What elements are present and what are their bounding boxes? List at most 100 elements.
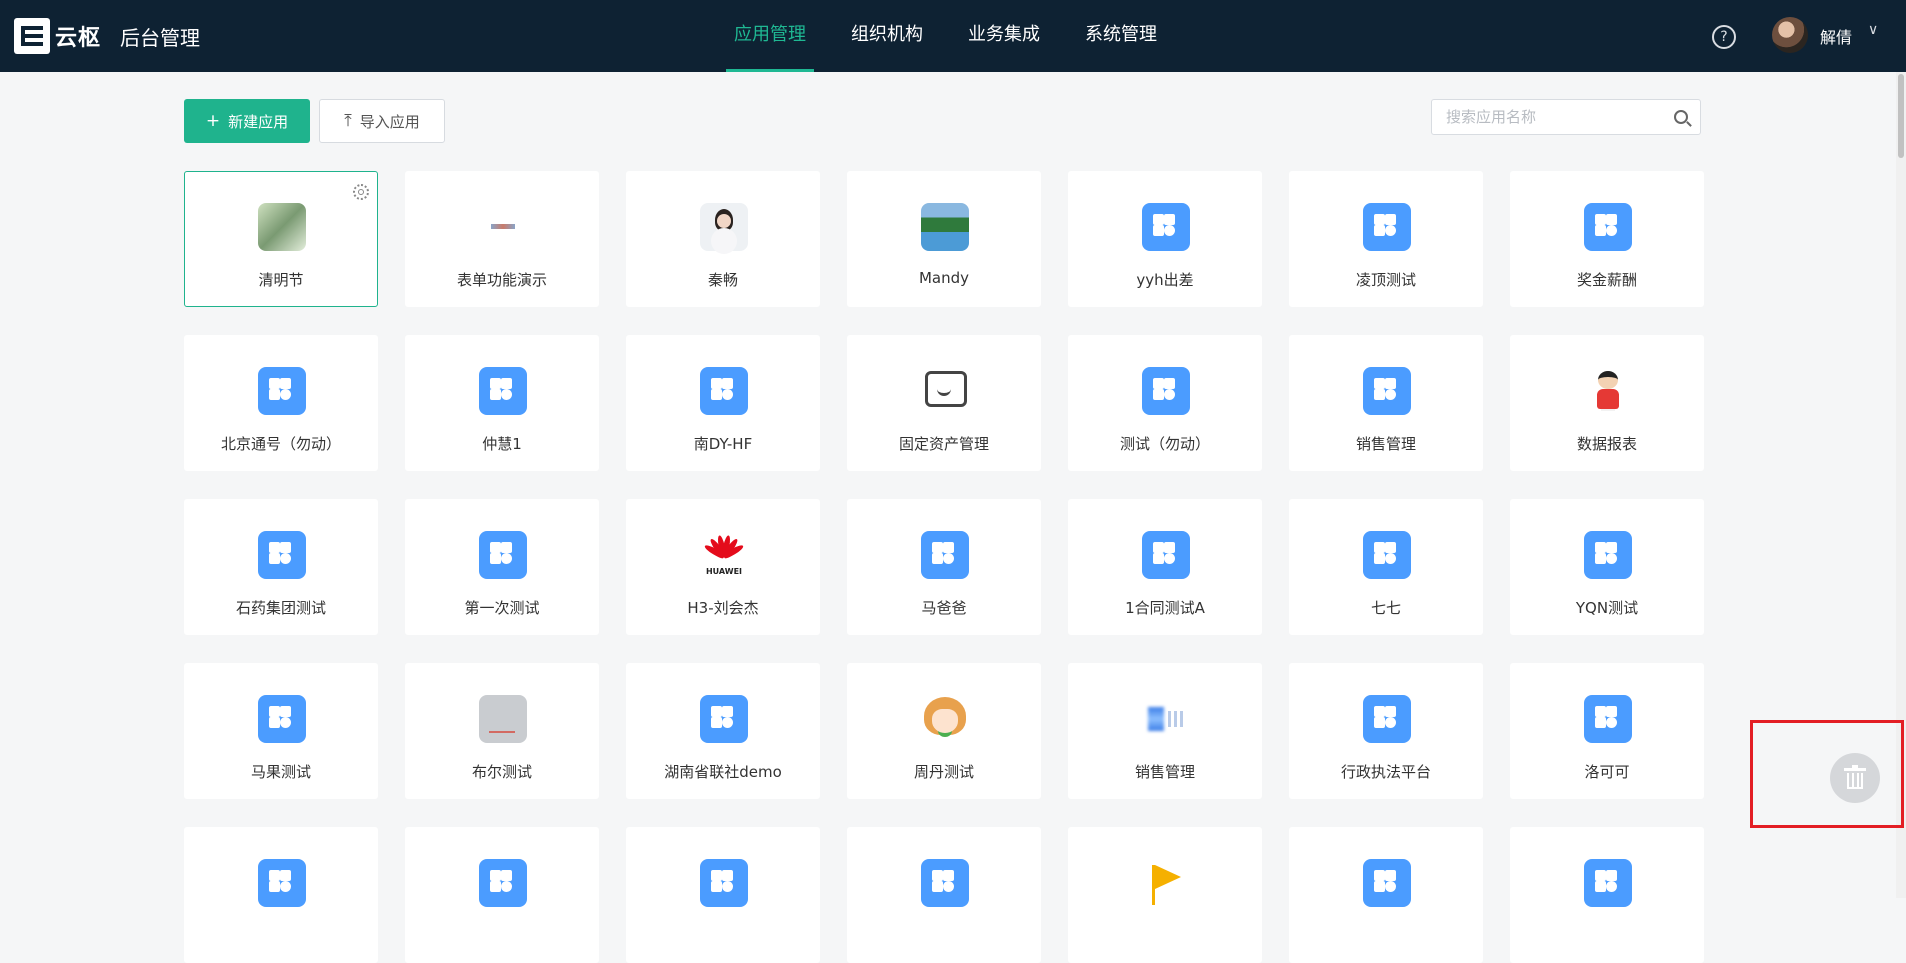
app-card[interactable]: HUAWEI H3-刘会杰	[626, 499, 820, 635]
trash-icon	[1844, 765, 1866, 789]
app-card-label: 第一次测试	[464, 599, 540, 617]
app-icon	[258, 203, 306, 251]
app-card[interactable]: 测试（勿动）	[1068, 335, 1262, 471]
top-bar: 云枢 后台管理 应用管理 组织机构 业务集成 系统管理 ? 解倩 ∨	[0, 0, 1906, 72]
app-card-label: 周丹测试	[913, 763, 974, 781]
app-icon	[1584, 695, 1632, 743]
app-card[interactable]: 1合同测试A	[1068, 499, 1262, 635]
app-icon	[921, 695, 969, 743]
logo[interactable]: 云枢	[14, 18, 101, 54]
app-icon	[479, 531, 527, 579]
import-app-label: 导入应用	[359, 112, 420, 131]
app-card[interactable]	[847, 827, 1041, 963]
app-icon	[1142, 367, 1190, 415]
app-icon	[1142, 203, 1190, 251]
app-icon	[1584, 859, 1632, 907]
app-card-label: H3-刘会杰	[687, 599, 759, 617]
plus-icon: +	[205, 111, 221, 131]
app-title: 后台管理	[120, 26, 200, 50]
app-card[interactable]	[405, 827, 599, 963]
search-icon[interactable]	[1674, 110, 1688, 124]
app-card[interactable]: 销售管理	[1289, 335, 1483, 471]
new-app-button[interactable]: + 新建应用	[184, 99, 310, 143]
logo-icon	[14, 18, 50, 54]
app-card[interactable]: 数据报表	[1510, 335, 1704, 471]
app-card[interactable]: 秦畅	[626, 171, 820, 307]
app-icon	[700, 203, 748, 251]
scroll-thumb[interactable]	[1898, 74, 1904, 158]
app-card[interactable]: 北京通号（勿动）	[184, 335, 378, 471]
app-card-label: 湖南省联社demo	[664, 763, 782, 781]
app-icon	[1584, 203, 1632, 251]
app-card-label: 洛可可	[1584, 763, 1630, 781]
app-card[interactable]: 马果测试	[184, 663, 378, 799]
app-card[interactable]: 七七	[1289, 499, 1483, 635]
app-card[interactable]: 南DY-HF	[626, 335, 820, 471]
app-card[interactable]: 仲慧1	[405, 335, 599, 471]
app-card[interactable]	[184, 827, 378, 963]
user-name[interactable]: 解倩	[1820, 24, 1852, 48]
trash-button[interactable]	[1830, 753, 1880, 803]
app-card[interactable]: 行政执法平台	[1289, 663, 1483, 799]
avatar[interactable]	[1772, 17, 1808, 53]
app-card-label: 北京通号（勿动）	[220, 435, 341, 453]
app-card-label: 仲慧1	[482, 435, 522, 453]
app-icon	[1363, 859, 1411, 907]
app-card-label: 销售管理	[1134, 763, 1195, 781]
nav-item-organization[interactable]: 组织机构	[843, 0, 931, 72]
app-card[interactable]: 湖南省联社demo	[626, 663, 820, 799]
app-icon	[700, 859, 748, 907]
app-card[interactable]: 石药集团测试	[184, 499, 378, 635]
gear-icon[interactable]	[353, 184, 369, 200]
app-card[interactable]: Mandy	[847, 171, 1041, 307]
app-card[interactable]: 马爸爸	[847, 499, 1041, 635]
app-card-label: 马爸爸	[921, 599, 967, 617]
search-input[interactable]	[1444, 107, 1668, 127]
app-card-label: 七七	[1370, 599, 1401, 617]
app-card-label: 石药集团测试	[235, 599, 326, 617]
app-card[interactable]	[626, 827, 820, 963]
nav-item-system-management[interactable]: 系统管理	[1077, 0, 1165, 72]
app-card[interactable]: 布尔测试	[405, 663, 599, 799]
nav-item-business-integration[interactable]: 业务集成	[960, 0, 1048, 72]
app-card[interactable]: 凌顶测试	[1289, 171, 1483, 307]
app-icon	[1142, 859, 1190, 907]
app-card[interactable]	[1068, 827, 1262, 963]
app-icon: HUAWEI	[700, 531, 748, 579]
app-card[interactable]: 洛可可	[1510, 663, 1704, 799]
app-card[interactable]	[1510, 827, 1704, 963]
highlight-frame	[1750, 720, 1904, 828]
app-card[interactable]: 清明节	[184, 171, 378, 307]
app-icon	[1363, 531, 1411, 579]
app-icon	[1142, 531, 1190, 579]
app-icon	[479, 695, 527, 743]
app-card[interactable]: 第一次测试	[405, 499, 599, 635]
import-app-button[interactable]: ⤒ 导入应用	[319, 99, 445, 143]
app-card[interactable]: 销售管理	[1068, 663, 1262, 799]
app-icon	[1584, 531, 1632, 579]
app-icon	[258, 695, 306, 743]
app-card-label: 奖金薪酬	[1576, 271, 1637, 289]
app-card-label: yyh出差	[1136, 271, 1194, 289]
app-card[interactable]: 奖金薪酬	[1510, 171, 1704, 307]
app-icon	[921, 367, 969, 415]
chevron-down-icon[interactable]: ∨	[1868, 22, 1878, 38]
app-icon	[1584, 367, 1632, 415]
app-card[interactable]: YQN测试	[1510, 499, 1704, 635]
help-icon[interactable]: ?	[1712, 25, 1736, 49]
app-card[interactable]: yyh出差	[1068, 171, 1262, 307]
app-card[interactable]: 固定资产管理	[847, 335, 1041, 471]
app-icon	[1363, 367, 1411, 415]
upload-icon: ⤒	[344, 111, 352, 131]
app-card[interactable]	[1289, 827, 1483, 963]
nav-item-app-management[interactable]: 应用管理	[726, 0, 814, 72]
app-card-label: 固定资产管理	[898, 435, 989, 453]
new-app-label: 新建应用	[228, 112, 289, 131]
app-card-label: 布尔测试	[471, 763, 532, 781]
app-icon	[479, 203, 527, 251]
app-card[interactable]: 表单功能演示	[405, 171, 599, 307]
search-box[interactable]	[1431, 99, 1701, 135]
app-card[interactable]: 周丹测试	[847, 663, 1041, 799]
app-card-label: 凌顶测试	[1355, 271, 1416, 289]
app-icon	[258, 859, 306, 907]
